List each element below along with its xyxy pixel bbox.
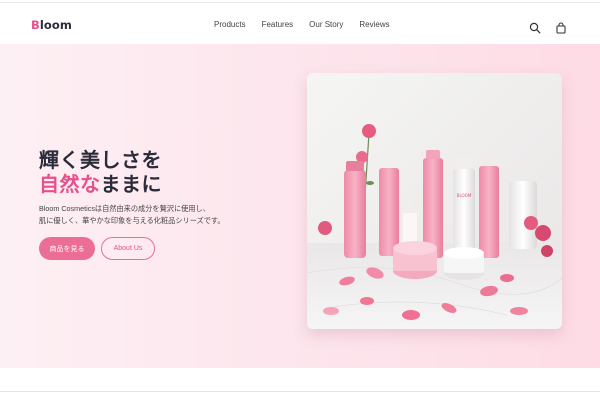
hero-description: Bloom Cosmeticsは自然由来の成分を贅沢に使用し、 肌に優しく、華や… [39, 203, 239, 227]
product-photo: BLOOM [307, 73, 562, 329]
logo-rest: loom [39, 18, 73, 32]
headline-highlight: 自然な [39, 172, 101, 196]
nav-link-features[interactable]: Features [262, 20, 294, 29]
description-line-2: 肌に優しく、華やかな印象を与える化粧品シリーズです。 [39, 216, 225, 225]
product-illustration: BLOOM [307, 73, 562, 329]
bottom-divider [0, 391, 600, 392]
nav-link-products[interactable]: Products [214, 20, 246, 29]
view-products-button[interactable]: 商品を見る [39, 237, 95, 260]
about-us-button[interactable]: About Us [101, 237, 155, 260]
main-menu: Products Features Our Story Reviews [214, 20, 390, 29]
bottle-label: BLOOM [457, 193, 472, 198]
nav-link-reviews[interactable]: Reviews [359, 20, 389, 29]
hero-section: 輝く美しさを 自然なままに Bloom Cosmeticsは自然由来の成分を贅沢… [0, 44, 600, 368]
hero-headline: 輝く美しさを 自然なままに [39, 148, 162, 196]
shopping-bag-icon[interactable] [555, 19, 567, 34]
description-line-1: Bloom Cosmeticsは自然由来の成分を贅沢に使用し、 [39, 204, 210, 213]
nav-link-our-story[interactable]: Our Story [309, 20, 343, 29]
headline-line-1: 輝く美しさを [39, 148, 162, 172]
navbar: Bloom Products Features Our Story Review… [0, 3, 600, 45]
brand-logo[interactable]: Bloom [31, 18, 72, 32]
headline-line-2-rest: ままに [100, 172, 162, 196]
logo-first-letter: B [31, 18, 40, 32]
search-icon[interactable] [529, 19, 541, 34]
